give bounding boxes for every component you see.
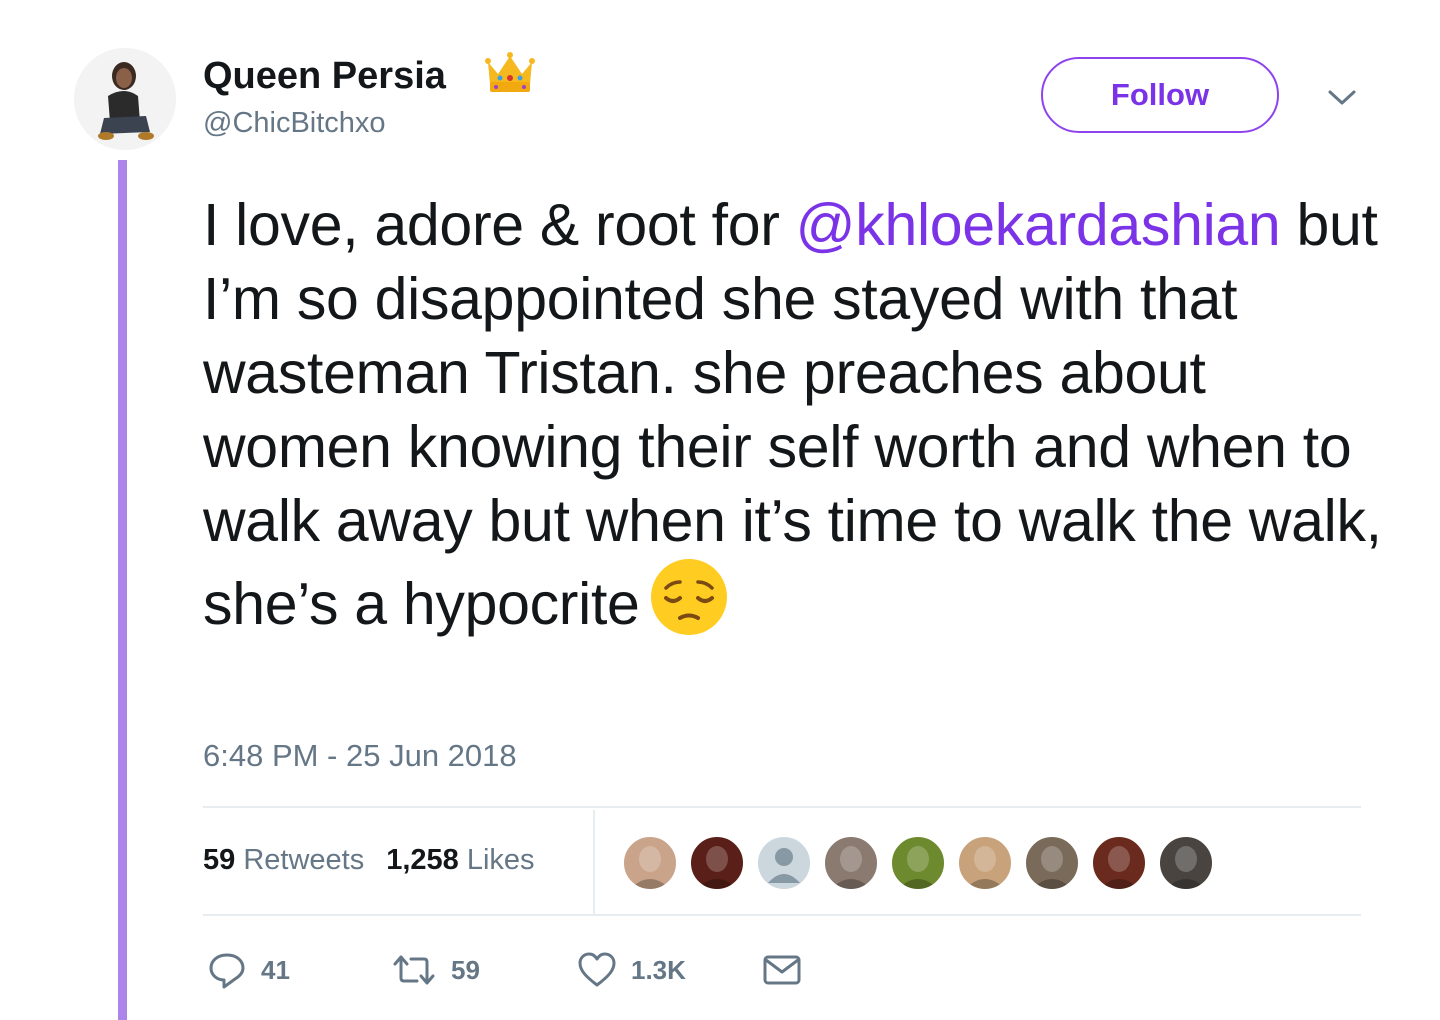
liker-avatar-8[interactable] — [1091, 835, 1147, 891]
reply-count: 41 — [261, 954, 290, 985]
reply-button[interactable]: 41 — [207, 945, 290, 995]
retweets-label: Retweets — [243, 844, 365, 876]
thread-line — [118, 160, 127, 1020]
stats-divider — [593, 810, 595, 916]
mention-link[interactable]: @khloekardashian — [796, 192, 1281, 258]
user-avatar[interactable] — [74, 48, 176, 150]
divider-bottom — [203, 914, 1361, 916]
liker-avatar-2[interactable] — [689, 835, 745, 891]
retweet-icon — [391, 950, 437, 990]
liker-avatar-6[interactable] — [957, 835, 1013, 891]
direct-message-button[interactable] — [763, 945, 801, 995]
chevron-down-icon[interactable] — [1326, 85, 1358, 109]
likes-stat[interactable]: 1,258 Likes — [386, 844, 534, 876]
tweet-timestamp[interactable]: 6:48 PM - 25 Jun 2018 — [203, 738, 517, 774]
divider-top — [203, 806, 1361, 808]
liker-avatar-7[interactable] — [1024, 835, 1080, 891]
likes-count: 1,258 — [386, 844, 459, 876]
liker-avatar-3[interactable] — [756, 835, 812, 891]
crown-icon — [484, 48, 536, 96]
likes-label: Likes — [466, 844, 535, 876]
retweets-stat[interactable]: 59 Retweets — [203, 844, 364, 876]
like-button[interactable]: 1.3K — [577, 945, 686, 995]
retweets-count: 59 — [203, 844, 236, 876]
retweet-button[interactable]: 59 — [391, 945, 480, 995]
tweet-text-start: I love, adore & root for — [203, 192, 796, 258]
retweet-count: 59 — [451, 954, 480, 985]
engagement-stats: 59 Retweets 1,258 Likes — [203, 842, 535, 878]
reply-icon — [207, 950, 247, 990]
liker-avatar-1[interactable] — [622, 835, 678, 891]
user-handle[interactable]: @ChicBitchxo — [203, 106, 386, 140]
tweet-text: I love, adore & root for @khloekardashia… — [203, 188, 1383, 641]
envelope-icon — [763, 954, 801, 986]
like-count: 1.3K — [631, 954, 686, 985]
display-name[interactable]: Queen Persia — [203, 54, 446, 98]
follow-button[interactable]: Follow — [1041, 57, 1279, 133]
heart-icon — [577, 950, 617, 990]
tweet-card: Queen Persia @ChicBitchxo Follow I love,… — [0, 0, 1440, 1020]
tweet-text-rest: but I’m so disappointed she stayed with … — [203, 192, 1382, 637]
pensive-face-emoji — [650, 558, 728, 636]
liker-avatar-4[interactable] — [823, 835, 879, 891]
liker-avatar-5[interactable] — [890, 835, 946, 891]
liker-avatar-9[interactable] — [1158, 835, 1214, 891]
